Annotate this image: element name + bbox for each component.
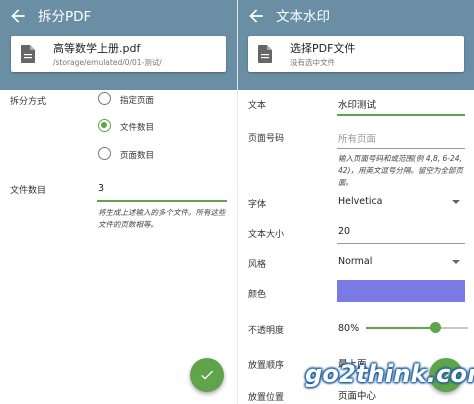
- text-size-underline: [337, 243, 465, 244]
- file-count-input[interactable]: 3: [98, 183, 104, 194]
- check-icon: [201, 370, 213, 380]
- document-icon: [258, 45, 272, 63]
- chevron-down-icon[interactable]: [452, 200, 460, 204]
- position-label: 放置位置: [248, 393, 285, 403]
- select-pdf-card[interactable]: 选择PDF文件 没有选中文件: [248, 36, 464, 72]
- file-count-underline: [97, 200, 227, 202]
- radio-page-count[interactable]: [98, 147, 111, 160]
- opacity-slider-thumb[interactable]: [430, 322, 441, 333]
- pages-helper: 输入页面号码和或范围(例 4,8, 6-24, 42)，用英文逗号分隔。留空为全…: [338, 154, 463, 187]
- radio-file-count[interactable]: [98, 119, 111, 132]
- font-select[interactable]: Helvetica: [338, 196, 383, 207]
- text-size-label: 文本大小: [248, 230, 285, 240]
- text-size-input[interactable]: 20: [338, 226, 350, 237]
- opacity-slider-rest[interactable]: [438, 327, 468, 329]
- no-file-selected: 没有选中文件: [290, 58, 335, 67]
- style-label: 风格: [248, 260, 267, 270]
- file-count-label: 文件数目: [10, 186, 47, 196]
- confirm-button[interactable]: [190, 358, 224, 392]
- radio-specified-pages[interactable]: [98, 92, 111, 105]
- pages-underline: [337, 148, 465, 149]
- opacity-value: 80%: [338, 323, 360, 334]
- split-mode-label: 拆分方式: [10, 97, 47, 107]
- color-label: 颜色: [248, 290, 267, 300]
- split-pdf-screen: 拆分PDF 高等数学上册.pdf /storage/emulated/0/01-…: [0, 0, 237, 404]
- watermark-text-input[interactable]: 水印测试: [338, 97, 376, 111]
- text-label: 文本: [248, 101, 267, 111]
- pdf-file-card[interactable]: 高等数学上册.pdf /storage/emulated/0/01-测试/: [11, 36, 226, 72]
- file-name: 高等数学上册.pdf: [53, 42, 141, 55]
- pages-input[interactable]: 所有页面: [338, 131, 376, 145]
- style-select[interactable]: Normal: [338, 256, 372, 267]
- position-select[interactable]: 页面中心: [338, 388, 376, 402]
- site-watermark: go2think.com: [305, 360, 474, 388]
- chevron-down-icon[interactable]: [452, 260, 460, 264]
- font-label: 字体: [248, 200, 267, 210]
- pages-label: 页面号码: [248, 134, 285, 144]
- color-swatch[interactable]: [337, 280, 465, 302]
- back-arrow-icon[interactable]: [246, 6, 266, 26]
- text-underline: [337, 114, 465, 116]
- text-watermark-screen: 文本水印 选择PDF文件 没有选中文件 文本 水印测试 页面号码 所有页面 输入…: [237, 0, 474, 404]
- opacity-slider-fill[interactable]: [366, 327, 438, 329]
- page-title: 文本水印: [276, 9, 330, 25]
- radio-label-specified-pages[interactable]: 指定页面: [120, 94, 154, 106]
- order-label: 放置顺序: [248, 361, 285, 371]
- back-arrow-icon[interactable]: [8, 6, 28, 26]
- opacity-label: 不透明度: [248, 326, 285, 336]
- page-title: 拆分PDF: [38, 9, 92, 25]
- radio-label-file-count[interactable]: 文件数目: [120, 121, 154, 133]
- document-icon: [21, 45, 35, 63]
- file-path: /storage/emulated/0/01-测试/: [53, 58, 162, 67]
- radio-label-page-count[interactable]: 页面数目: [120, 149, 154, 161]
- file-count-helper: 将生成上述输入的多个文件。所有这些文件的页数相等。: [98, 208, 226, 229]
- select-pdf-label: 选择PDF文件: [290, 42, 356, 55]
